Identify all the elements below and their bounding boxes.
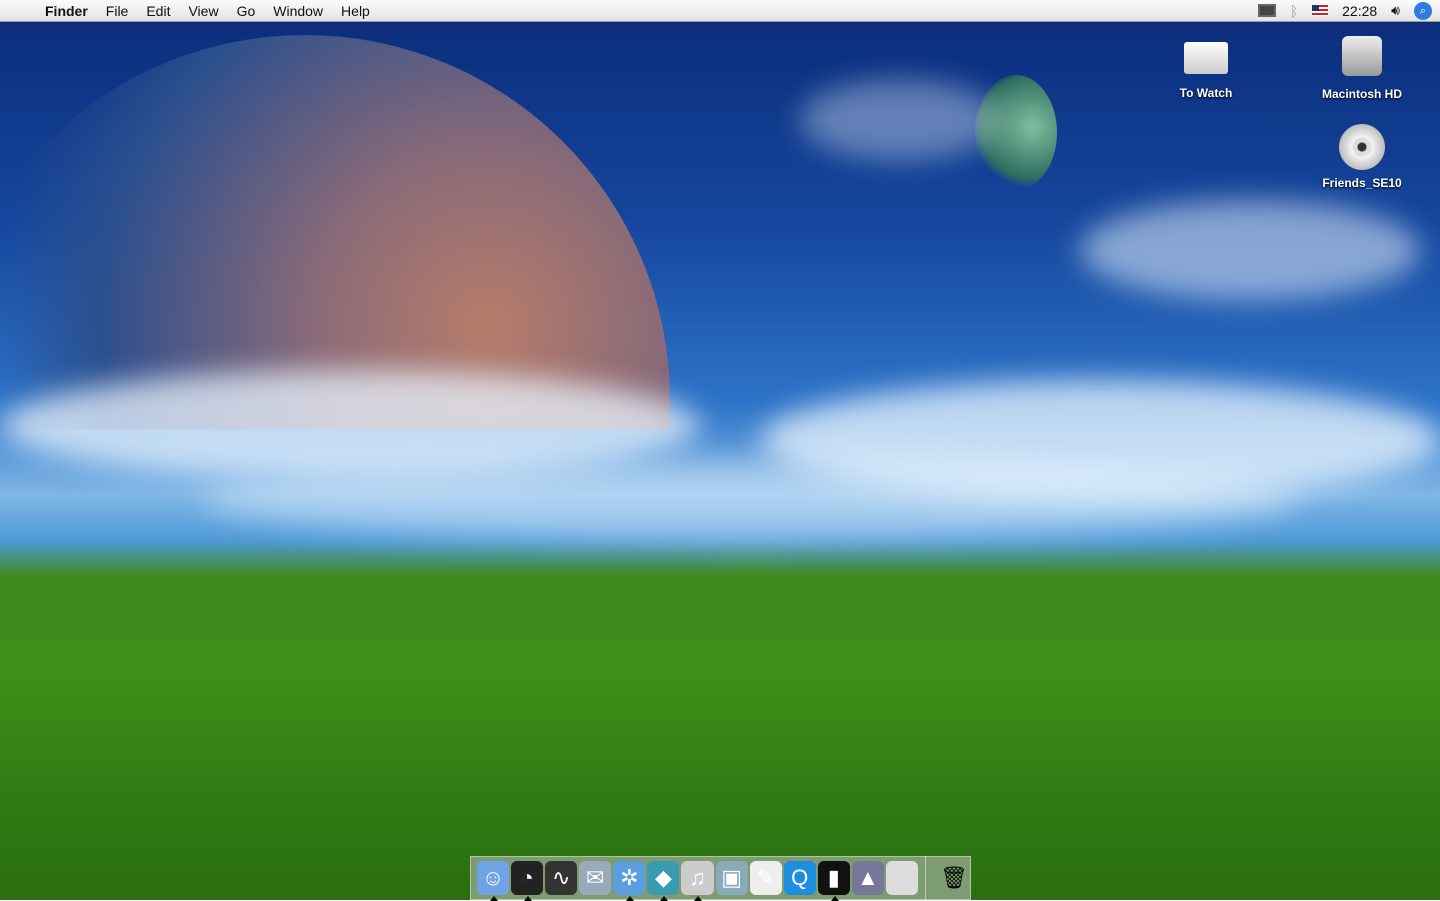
- menu-edit[interactable]: Edit: [137, 0, 179, 22]
- safari-icon: ✲: [620, 865, 639, 890]
- menu-help[interactable]: Help: [332, 0, 379, 22]
- dock: ☺ ◔ ∿ ✉ ✲ ◆ ♫ ▣ ✎ Q ▮ ▲ 🗑: [470, 856, 971, 901]
- folder-icon: [1184, 42, 1228, 74]
- desktop-icon-macintosh-hd[interactable]: Macintosh HD: [1312, 36, 1412, 101]
- running-indicator: [490, 896, 498, 901]
- running-indicator: [524, 896, 533, 901]
- menu-go[interactable]: Go: [228, 0, 265, 22]
- ipod-icon: ▮: [827, 865, 840, 890]
- menu-file[interactable]: File: [97, 0, 138, 22]
- running-indicator: [626, 896, 635, 901]
- menu-bar: Finder File Edit View Go Window Help ᛒ 2…: [0, 0, 1440, 22]
- clock[interactable]: 22:28: [1342, 3, 1377, 19]
- trash-icon: 🗑: [940, 865, 968, 890]
- icon-label: To Watch: [1179, 86, 1233, 100]
- dock-item-ipod[interactable]: ▮: [817, 861, 850, 901]
- menu-finder[interactable]: Finder: [36, 0, 97, 22]
- desktop-wallpaper: [0, 0, 1440, 900]
- dashboard-icon: ◔: [520, 865, 534, 890]
- menu-view[interactable]: View: [179, 0, 227, 22]
- volume-icon[interactable]: 🔊︎: [1391, 2, 1400, 19]
- textedit-icon: ✎: [756, 865, 775, 890]
- dock-item-itunes[interactable]: ♫: [681, 861, 714, 901]
- activity-monitor-icon: ∿: [551, 865, 571, 890]
- finder-icon: ☺: [481, 865, 505, 890]
- dock-item-adium[interactable]: ◆: [647, 861, 680, 901]
- dock-item-system-preferences[interactable]: [885, 861, 919, 895]
- dock-item-textedit[interactable]: ✎: [749, 861, 782, 895]
- icon-label: Macintosh HD: [1321, 87, 1402, 101]
- running-indicator: [830, 896, 839, 901]
- adium-icon: ◆: [654, 865, 672, 890]
- dock-item-finder[interactable]: ☺: [477, 861, 510, 901]
- desktop-icon-friends-se10[interactable]: Friends_SE10: [1312, 124, 1412, 190]
- itunes-icon: ♫: [689, 865, 706, 890]
- mail-icon: ✉: [586, 865, 605, 890]
- dock-item-mail[interactable]: ✉: [579, 861, 612, 895]
- dock-item-dashboard[interactable]: ◔: [511, 861, 544, 901]
- dock-item-safari[interactable]: ✲: [613, 861, 646, 901]
- display-icon[interactable]: [1257, 4, 1276, 17]
- vlc-window-icon: ▲: [857, 865, 879, 890]
- running-indicator: [694, 896, 703, 901]
- bluetooth-icon[interactable]: ᛒ: [1290, 3, 1298, 19]
- hard-drive-icon: [1342, 36, 1382, 76]
- dock-item-trash[interactable]: 🗑: [938, 861, 970, 895]
- running-indicator: [660, 896, 669, 901]
- us-flag-input-icon[interactable]: [1312, 5, 1329, 16]
- dock-item-iphoto[interactable]: ▣: [715, 861, 748, 895]
- icon-label: Friends_SE10: [1322, 176, 1402, 190]
- dock-item-activity-monitor[interactable]: ∿: [545, 861, 578, 895]
- spotlight-icon[interactable]: ⌕: [1414, 1, 1432, 20]
- dock-item-vlc-window[interactable]: ▲: [851, 861, 884, 895]
- dock-separator: [925, 856, 926, 900]
- dock-item-quicktime[interactable]: Q: [783, 861, 816, 895]
- quicktime-icon: Q: [791, 865, 809, 890]
- iphoto-icon: ▣: [721, 865, 742, 890]
- dvd-icon: [1339, 124, 1385, 170]
- desktop-icon-to-watch[interactable]: To Watch: [1156, 38, 1256, 100]
- menu-window[interactable]: Window: [264, 0, 332, 22]
